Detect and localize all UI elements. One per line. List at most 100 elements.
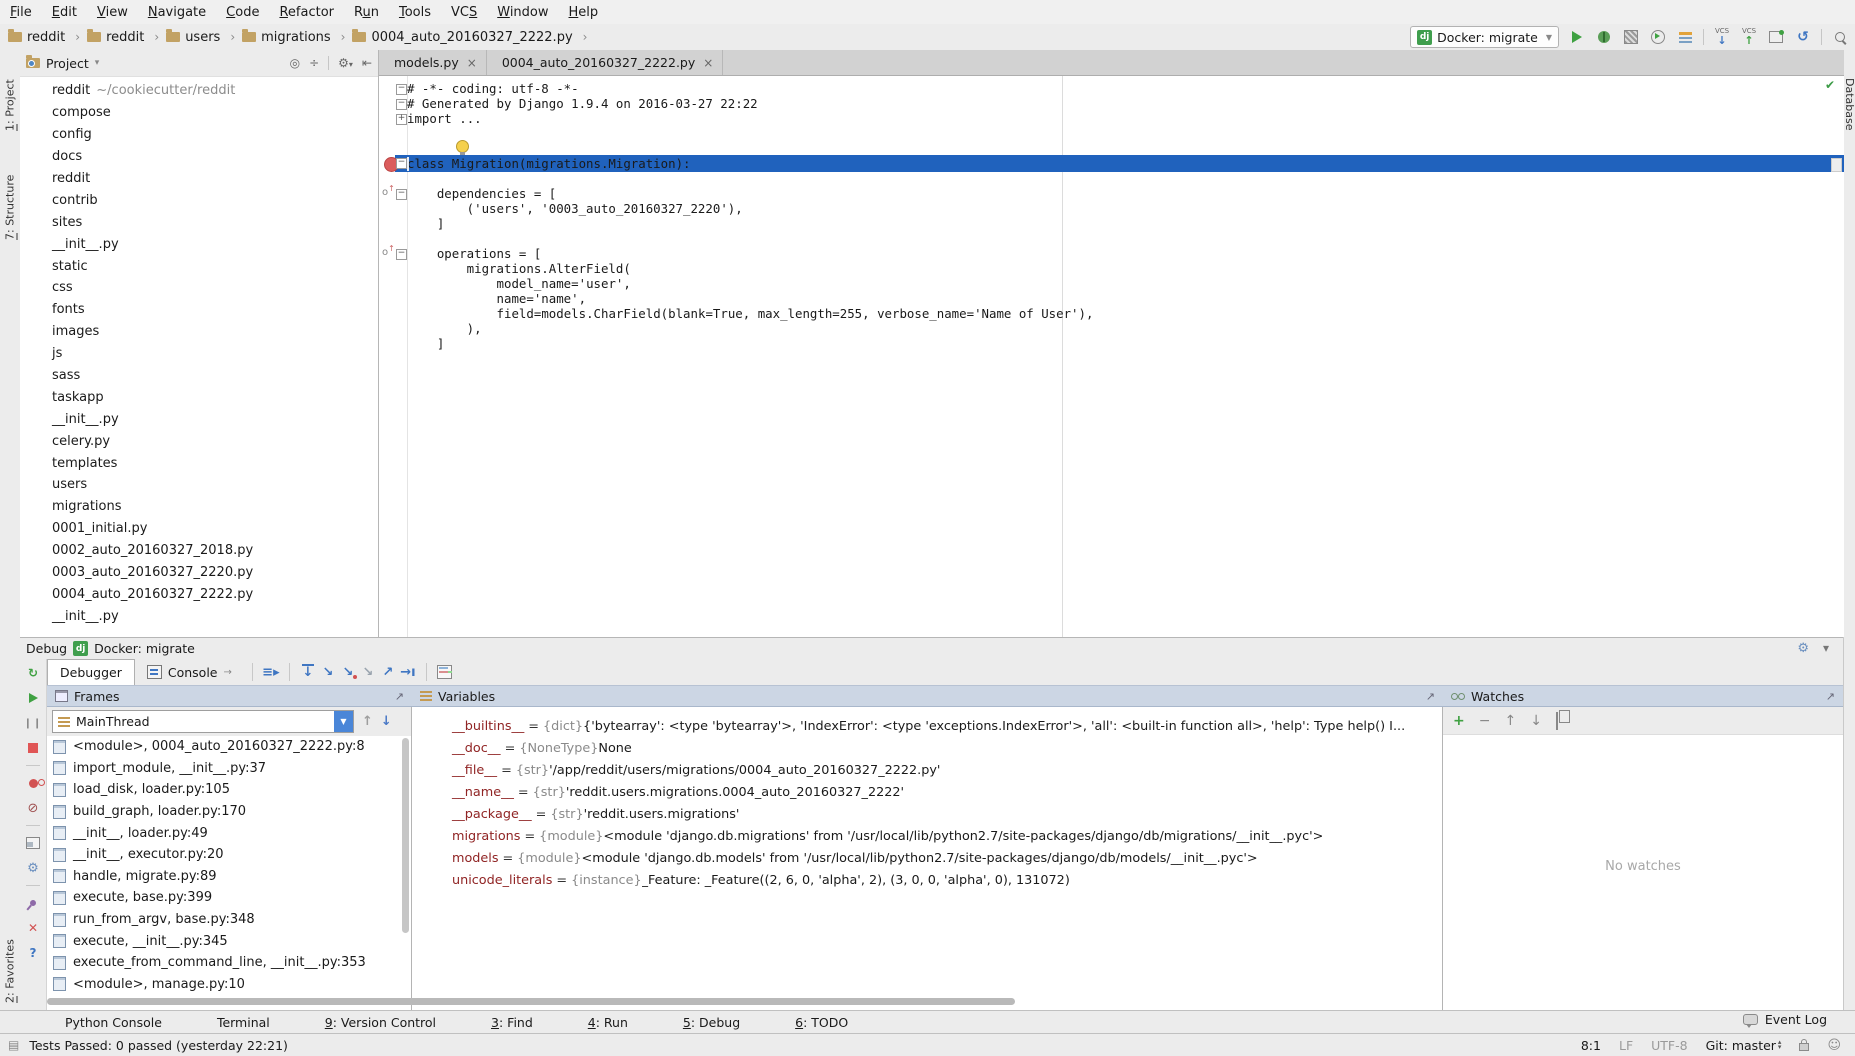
tree-row[interactable]: js [20,343,378,365]
breadcrumb-item[interactable]: 0004_auto_20160327_2222.py › [352,30,592,45]
close-icon[interactable]: × [467,56,477,70]
code-line[interactable]: operations = [ [407,246,1844,261]
tree-row[interactable]: taskapp [20,386,378,408]
hector-icon[interactable]: ☺ [1827,1038,1841,1053]
code-line[interactable] [407,141,1844,156]
event-log-button[interactable]: Event Log [1743,1012,1827,1027]
fold-icon[interactable] [396,249,407,260]
code-line[interactable]: # -*- coding: utf-8 -*- [407,81,1844,96]
remove-watch-button[interactable]: − [1479,713,1491,729]
tool-window-tab[interactable]: 1: Project [0,58,20,152]
code-line[interactable]: ('users', '0003_auto_20160327_2220'), [407,201,1844,216]
code-line[interactable]: field=models.CharField(blank=True, max_l… [407,306,1844,321]
duplicate-watch-button[interactable] [1556,713,1558,729]
coverage-button[interactable] [1622,28,1640,46]
hide-panel-button[interactable]: ⇤ [362,56,372,70]
step-into-button[interactable]: ↘ [318,663,338,681]
float-pane-icon[interactable]: ↗ [1426,690,1435,703]
tree-row[interactable]: compose [20,102,378,124]
float-pane-icon[interactable]: ↗ [395,690,404,703]
code-line[interactable]: # Generated by Django 1.9.4 on 2016-03-2… [407,96,1844,111]
hide-panel-button[interactable]: ▾ [1823,641,1829,656]
run-to-cursor-button[interactable]: →ı [398,663,418,681]
tab-debugger[interactable]: Debugger [47,659,135,685]
profiler-button[interactable] [1649,28,1667,46]
pause-button[interactable]: ❙❙ [25,715,41,731]
frame-row[interactable]: execute, __init__.py:345 [47,930,411,952]
code-line[interactable]: ), [407,321,1844,336]
frame-row[interactable]: execute, base.py:399 [47,887,411,909]
tool-window-button[interactable]: 6: TODO [782,1013,854,1032]
collapse-all-button[interactable]: ÷ [309,56,319,70]
tool-window-button[interactable]: Python Console [52,1013,168,1032]
tool-window-button[interactable]: 5: Debug [670,1013,746,1032]
variable-row[interactable]: __builtins__ = {dict} {'bytearray': <typ… [412,715,1442,737]
code-line[interactable]: model_name='user', [407,276,1844,291]
panel-settings-button[interactable]: ⚙▾ [338,56,353,70]
restore-layout-button[interactable] [25,835,41,851]
tree-row[interactable]: 0001_initial.py [20,518,378,540]
variable-row[interactable]: models = {module} <module 'django.db.mod… [412,847,1442,869]
menu-item[interactable]: Refactor [269,0,344,24]
code-view[interactable]: # -*- coding: utf-8 -*- # Generated by D… [407,81,1844,351]
smart-step-into-button[interactable]: ↘ [358,663,378,681]
menu-item[interactable]: Code [216,0,269,24]
tree-row[interactable]: 0002_auto_20160327_2018.py [20,540,378,562]
tree-row[interactable]: fonts [20,299,378,321]
git-branch-widget[interactable]: Git: master ▴▾ [1706,1038,1782,1053]
running-processes-button[interactable] [1676,28,1694,46]
tree-row[interactable]: static [20,255,378,277]
float-pane-icon[interactable]: ↗ [1826,690,1835,703]
breadcrumb-item[interactable]: users › [166,30,240,45]
tool-window-button[interactable]: Terminal [204,1013,276,1032]
vcs-changes-button[interactable] [1767,28,1785,46]
variable-row[interactable]: __doc__ = {NoneType} None [412,737,1442,759]
code-line[interactable]: migrations.AlterField( [407,261,1844,276]
close-button[interactable]: ✕ [25,920,41,936]
fold-icon[interactable] [396,158,407,169]
code-line[interactable] [407,231,1844,246]
tree-row[interactable]: reddit [20,168,378,190]
tree-row[interactable]: contrib [20,189,378,211]
editor-area[interactable]: models.py × 0004_auto_20160327_2222.py ×… [378,50,1844,637]
breadcrumb-item[interactable]: migrations › [242,30,350,45]
mute-breakpoints-button[interactable]: ⊘ [25,800,41,816]
lock-icon[interactable] [1799,1043,1809,1051]
menu-item[interactable]: Tools [389,0,441,24]
variable-row[interactable]: migrations = {module} <module 'django.db… [412,825,1442,847]
variable-row[interactable]: __package__ = {str} 'reddit.users.migrat… [412,803,1442,825]
unfold-icon[interactable] [396,114,407,125]
tool-window-button[interactable]: 4: Run [575,1013,634,1032]
code-line[interactable]: class Migration(migrations.Migration): [407,156,1844,171]
rollback-button[interactable]: ↺ [1794,28,1812,46]
view-breakpoints-button[interactable] [25,775,41,791]
frame-row[interactable]: <module>, manage.py:10 [47,974,411,996]
locate-file-button[interactable]: ◎ [290,56,300,70]
next-frame-button[interactable]: ↓ [381,714,392,729]
fold-icon[interactable] [396,189,407,200]
tree-row[interactable]: images [20,321,378,343]
tree-row[interactable]: config [20,124,378,146]
frame-row[interactable]: __init__, executor.py:20 [47,844,411,866]
frame-row[interactable]: handle, migrate.py:89 [47,866,411,888]
pin-button[interactable] [25,895,41,911]
attribute-gutter-icon[interactable] [382,184,396,196]
show-execution-point-button[interactable]: ≡▸ [261,663,281,681]
breadcrumb-item[interactable]: reddit › [87,30,164,45]
code-line[interactable]: name='name', [407,291,1844,306]
stop-button[interactable] [25,740,41,756]
inspection-status-icon[interactable]: ✔ [1823,78,1837,92]
tree-row[interactable]: __init__.py [20,605,378,627]
variable-row[interactable]: __name__ = {str} 'reddit.users.migration… [412,781,1442,803]
variable-row[interactable]: __file__ = {str} '/app/reddit/users/migr… [412,759,1442,781]
resume-button[interactable] [25,690,41,706]
tool-window-tab-favorites[interactable]: 2: Favorites [0,928,20,1014]
tree-row[interactable]: migrations [20,496,378,518]
encoding-widget[interactable]: UTF-8 [1651,1038,1687,1053]
editor-tab[interactable]: 0004_auto_20160327_2222.py × [487,50,724,75]
tree-row[interactable]: css [20,277,378,299]
tree-row[interactable]: docs [20,146,378,168]
tree-row[interactable]: 0003_auto_20160327_2220.py [20,562,378,584]
tool-window-switcher-icon[interactable]: ▤ [8,1038,19,1052]
step-out-button[interactable]: ↗ [378,663,398,681]
